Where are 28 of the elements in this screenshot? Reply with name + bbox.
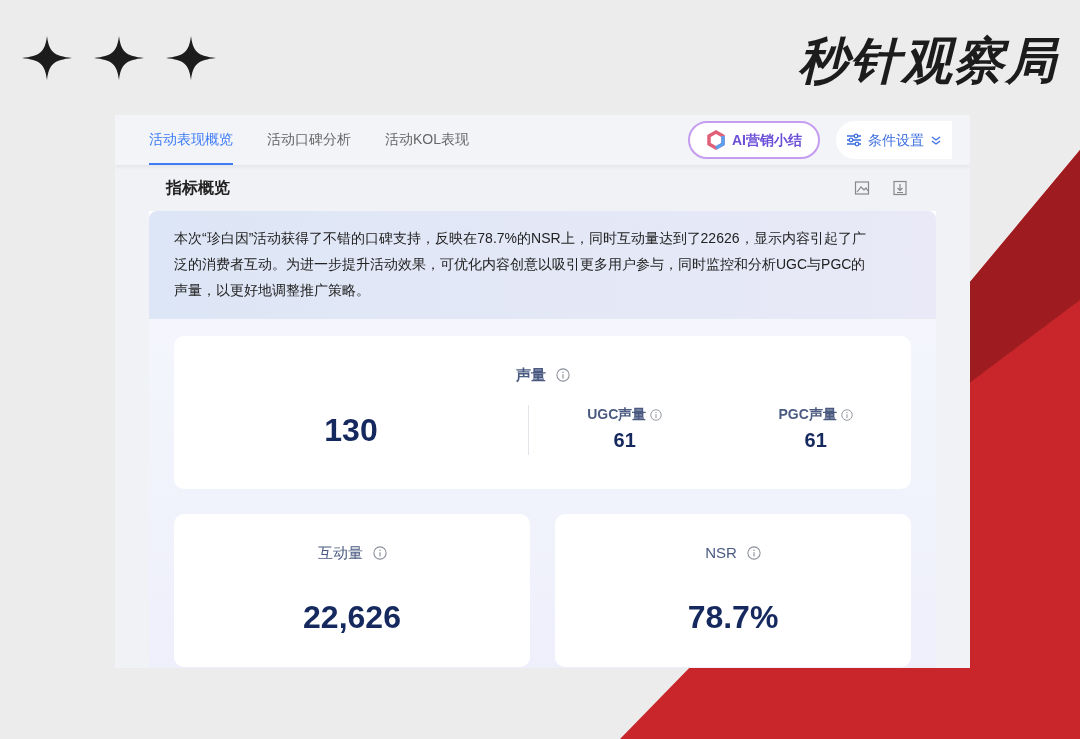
tab[interactable]: 活动KOL表现 (385, 115, 469, 165)
image-export-icon[interactable] (854, 180, 870, 196)
hexagon-logo-icon (706, 130, 726, 150)
sub-metric-value: 61 (613, 428, 636, 454)
info-icon[interactable] (555, 368, 570, 383)
ai-summary-button[interactable]: AI营销小结 (688, 121, 820, 159)
metric-value: 130 (324, 410, 378, 450)
metric-value: 78.7% (687, 597, 779, 637)
summary-text: 本次“珍白因”活动获得了不错的口碑支持，反映在78.7%的NSR上，同时互动量达到了22626，显示内容引起了广泛的消费者互动。为进一步提升活动效果，可优化内容创意以吸引更多用户参与，同时监控和分析UGC与PGC的声量，以更好地调整推广策略。 (174, 229, 867, 300)
chevron-down-icon (930, 134, 942, 146)
sub-metric-value: 61 (804, 428, 827, 454)
sub-metric-label: PGC声量 (778, 405, 837, 425)
tab[interactable]: 活动口碑分析 (267, 115, 351, 165)
sliders-icon (846, 133, 862, 147)
brand-title: 秒针观察局 (798, 36, 1058, 86)
section-title: 指标概览 (166, 178, 230, 198)
info-icon[interactable] (650, 408, 663, 421)
info-icon[interactable] (746, 546, 761, 561)
tab[interactable]: 活动表现概览 (149, 115, 233, 165)
metric-label: 声量 (515, 365, 546, 385)
metric-label: 互动量 (317, 543, 363, 563)
metric-label: NSR (705, 543, 737, 563)
download-icon[interactable] (892, 180, 908, 196)
settings-button[interactable]: 条件设置 (836, 121, 952, 159)
info-icon[interactable] (372, 546, 387, 561)
metric-value: 22,626 (303, 597, 401, 637)
sub-metric-label: UGC声量 (587, 405, 647, 425)
info-icon[interactable] (840, 408, 853, 421)
